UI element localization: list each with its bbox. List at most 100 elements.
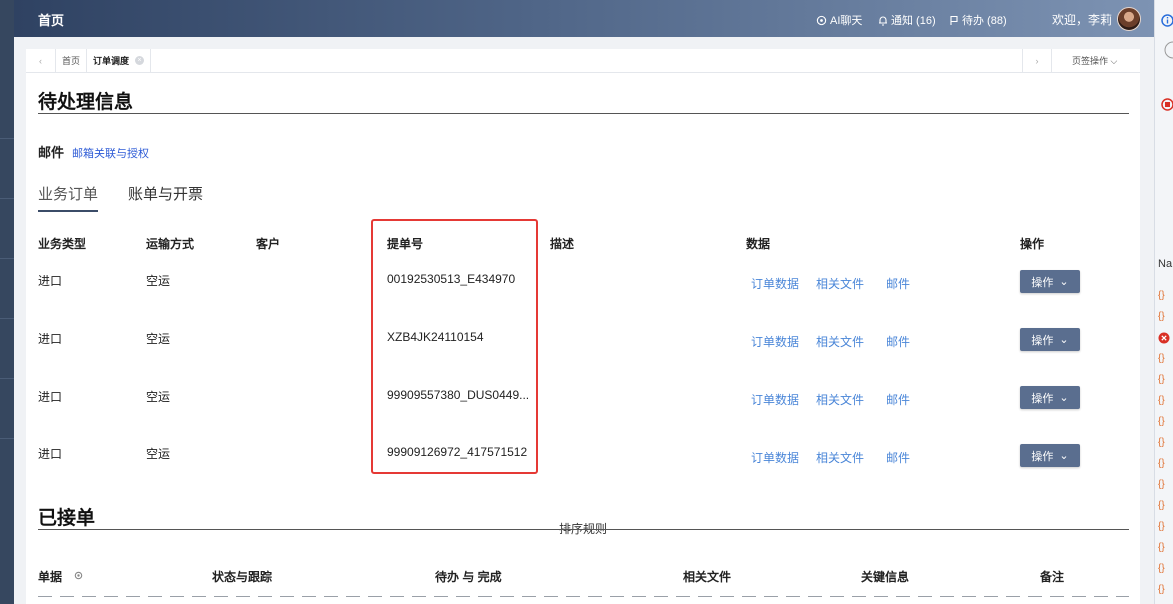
sidebar-divider [0, 378, 14, 379]
content-card: ‹ 首页 订单调度 × › 页签操作 ⌵ 待处理信息 邮件 邮箱关联与授权 业务… [26, 48, 1140, 604]
col-header-transport: 运输方式 [146, 237, 195, 251]
col-header-desc: 描述 [550, 237, 575, 251]
todo-button[interactable]: 待办 (88) [949, 12, 1007, 28]
main-area: ‹ 首页 订单调度 × › 页签操作 ⌵ 待处理信息 邮件 邮箱关联与授权 业务… [14, 37, 1154, 604]
action-label: 操作 [1031, 450, 1054, 463]
col-header-action: 操作 [1020, 237, 1045, 251]
col-header-data: 数据 [746, 237, 771, 251]
col-header-todo-done: 待办 与 完成 [435, 570, 502, 584]
devtools-json-icon: {} [1158, 542, 1165, 553]
sidebar-divider [0, 198, 14, 199]
cell-transport: 空运 [146, 332, 171, 346]
highlight-box [371, 219, 538, 474]
cell-transport: 空运 [146, 447, 171, 461]
col-header-doc: 单据 [38, 570, 63, 584]
cell-transport: 空运 [146, 274, 171, 288]
order-data-link[interactable]: 订单数据 [751, 275, 799, 292]
mail-auth-link[interactable]: 邮箱关联与授权 [72, 145, 149, 161]
welcome-text: 欢迎，李莉 [1052, 13, 1113, 27]
ai-icon [816, 15, 827, 25]
gear-icon[interactable] [73, 570, 84, 581]
devtools-json-icon: {} [1158, 521, 1165, 532]
devtools-json-icon: {} [1158, 416, 1165, 427]
mail-link[interactable]: 邮件 [886, 275, 910, 292]
cell-type: 进口 [38, 274, 63, 288]
devtools-json-icon: {} [1158, 437, 1165, 448]
devtools-json-icon: {} [1158, 479, 1165, 490]
row-action-button[interactable]: 操作 ⌄ [1020, 444, 1080, 467]
tab-order-dispatch-label: 订单调度 [93, 55, 130, 66]
page-ops-dropdown[interactable]: 页签操作 ⌵ [1072, 49, 1117, 73]
top-header: 首页 AI聊天 通知 (16) 待办 (88) 欢迎，李莉 [14, 0, 1154, 37]
action-label: 操作 [1031, 334, 1054, 347]
order-data-link[interactable]: 订单数据 [751, 391, 799, 408]
tab-home[interactable]: 首页 [56, 48, 88, 73]
row-action-button[interactable]: 操作 ⌄ [1020, 270, 1080, 293]
devtools-json-icon: {} [1158, 311, 1165, 322]
related-files-link[interactable]: 相关文件 [816, 391, 864, 408]
todo-label: 待办 (88) [962, 15, 1007, 27]
related-files-link[interactable]: 相关文件 [816, 275, 864, 292]
row-action-button[interactable]: 操作 ⌄ [1020, 328, 1080, 351]
search-circle-icon[interactable] [1163, 40, 1173, 60]
sidebar-divider [0, 258, 14, 259]
section-divider [38, 113, 1129, 114]
row-action-button[interactable]: 操作 ⌄ [1020, 386, 1080, 409]
sidebar-divider [0, 138, 14, 139]
mail-label: 邮件 [38, 145, 65, 160]
devtools-json-icon: {} [1158, 500, 1165, 511]
devtools-json-icon: {} [1158, 563, 1165, 574]
action-label: 操作 [1031, 392, 1054, 405]
chevron-down-icon: ⌄ [1059, 334, 1069, 346]
col-header-remarks: 备注 [1040, 570, 1065, 584]
tab-order-dispatch[interactable]: 订单调度 × [87, 48, 152, 73]
page-tab-bar: ‹ 首页 订单调度 × › 页签操作 ⌵ [26, 48, 1140, 73]
order-data-link[interactable]: 订单数据 [751, 333, 799, 350]
section-divider [38, 529, 1129, 530]
cell-type: 进口 [38, 332, 63, 346]
ai-chat-button[interactable]: AI聊天 [816, 12, 862, 28]
bell-icon [879, 16, 887, 26]
accepted-title: 已接单 [38, 508, 96, 529]
mail-link[interactable]: 邮件 [886, 449, 910, 466]
chevron-down-icon: ⌄ [1059, 276, 1069, 288]
notice-button[interactable]: 通知 (16) [878, 12, 936, 28]
mail-link[interactable]: 邮件 [886, 391, 910, 408]
info-icon[interactable] [1161, 14, 1173, 27]
action-label: 操作 [1031, 276, 1054, 289]
pending-title: 待处理信息 [38, 92, 134, 113]
devtools-json-icon: {} [1158, 353, 1165, 364]
order-data-link[interactable]: 订单数据 [751, 449, 799, 466]
related-files-link[interactable]: 相关文件 [816, 333, 864, 350]
record-stop-icon[interactable] [1161, 98, 1173, 111]
cell-transport: 空运 [146, 390, 171, 404]
chevron-down-icon: ⌵ [1110, 56, 1118, 66]
col-header-files: 相关文件 [683, 570, 732, 584]
col-header-key-info: 关键信息 [861, 570, 910, 584]
sidebar-divider [0, 438, 14, 439]
devtools-json-icon: {} [1158, 374, 1165, 385]
mail-row: 邮件 邮箱关联与授权 [38, 142, 149, 161]
header-home-title[interactable]: 首页 [38, 10, 64, 29]
mail-link[interactable]: 邮件 [886, 333, 910, 350]
notice-label: 通知 (16) [891, 15, 936, 27]
close-icon[interactable]: × [135, 56, 145, 65]
subtab-billing-invoice[interactable]: 账单与开票 [128, 183, 203, 212]
devtools-panel: Na {} {} {} {} {} {} {} {} {} {} {} {} {… [1154, 0, 1173, 604]
tab-scroll-right-button[interactable]: › [1022, 49, 1052, 73]
devtools-json-icon: {} [1158, 395, 1165, 406]
devtools-json-icon: {} [1158, 458, 1165, 469]
avatar[interactable] [1117, 7, 1141, 31]
devtools-json-icon: {} [1158, 584, 1165, 595]
tab-scroll-left-button[interactable]: ‹ [26, 48, 56, 73]
col-header-status: 状态与跟踪 [212, 570, 273, 584]
sidebar-strip [0, 0, 14, 604]
related-files-link[interactable]: 相关文件 [816, 449, 864, 466]
devtools-json-icon: {} [1158, 290, 1165, 301]
cell-type: 进口 [38, 447, 63, 461]
pending-subtabs: 业务订单 账单与开票 [38, 183, 203, 212]
chevron-down-icon: ⌄ [1059, 392, 1069, 404]
subtab-business-orders[interactable]: 业务订单 [38, 183, 99, 212]
col-header-type: 业务类型 [38, 237, 87, 251]
ai-chat-label: AI聊天 [830, 15, 863, 27]
